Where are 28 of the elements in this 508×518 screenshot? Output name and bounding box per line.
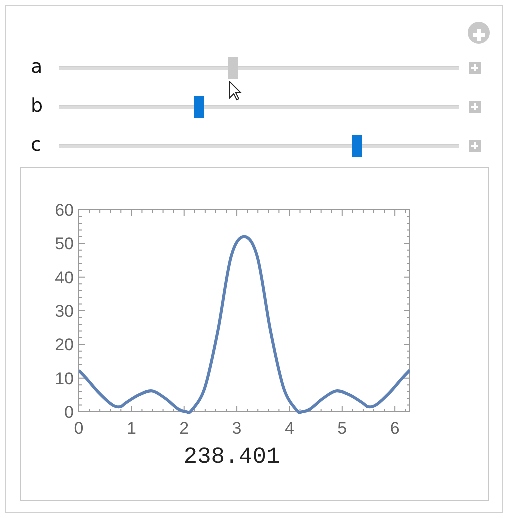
slider-thumb[interactable] <box>352 134 362 156</box>
tick-label: 5 <box>338 419 348 438</box>
tick-label: 20 <box>55 336 74 355</box>
slider-thumb[interactable] <box>228 56 238 78</box>
tick-label: 50 <box>55 234 74 254</box>
expand-button[interactable] <box>469 62 481 74</box>
tick-label: 60 <box>55 201 74 220</box>
tick-label: 0 <box>64 403 74 422</box>
slider-label: a <box>30 58 44 77</box>
output-value: 238.401 <box>182 443 282 472</box>
slider-label: c <box>30 136 42 155</box>
slider[interactable] <box>59 134 459 156</box>
tick-label: 6 <box>390 419 400 438</box>
tick-label: 0 <box>74 419 84 438</box>
slider-thumb[interactable] <box>194 96 204 118</box>
expand-button[interactable] <box>469 140 481 152</box>
slider[interactable] <box>59 96 459 118</box>
tick-label: 3 <box>232 419 242 438</box>
expand-button[interactable] <box>469 100 481 112</box>
tick-label: 2 <box>180 419 190 438</box>
cursor-icon <box>229 80 242 100</box>
tick-label: 4 <box>284 419 294 438</box>
tick-label: 1 <box>126 419 136 438</box>
tick-label: 10 <box>55 369 74 388</box>
tick-label: 30 <box>55 302 74 321</box>
tick-label: 40 <box>55 268 74 288</box>
slider-label: b <box>30 97 44 116</box>
add-button[interactable] <box>468 22 490 44</box>
